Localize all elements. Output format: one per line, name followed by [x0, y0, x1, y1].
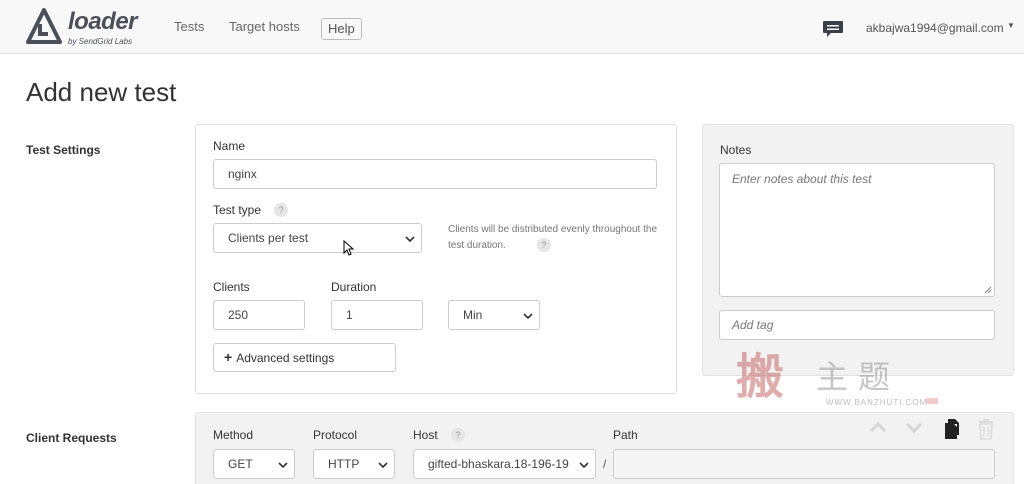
- path-separator: /: [603, 457, 607, 471]
- nav-tests[interactable]: Tests: [174, 19, 204, 34]
- protocol-label: Protocol: [313, 428, 358, 442]
- path-label: Path: [613, 428, 638, 442]
- host-label: Host: [413, 428, 438, 442]
- section-label-test-settings: Test Settings: [26, 143, 101, 157]
- path-input[interactable]: [613, 449, 995, 479]
- nav-target-hosts[interactable]: Target hosts: [229, 19, 300, 34]
- watermark-url: WWW.BANZHUTI.COM: [826, 398, 928, 407]
- mouse-cursor-icon: [343, 240, 355, 256]
- method-label: Method: [213, 428, 254, 442]
- host-value: gifted-bhaskara.18-196-19: [428, 457, 569, 471]
- copy-icon[interactable]: [942, 418, 960, 440]
- notes-label: Notes: [720, 143, 752, 157]
- advanced-settings-button[interactable]: + Advanced settings: [213, 343, 396, 372]
- clients-input[interactable]: 250: [213, 300, 305, 330]
- duration-unit-select[interactable]: Min: [448, 300, 540, 330]
- logo-subtitle: by SendGrid Labs: [68, 37, 133, 46]
- notes-placeholder: Enter notes about this test: [732, 172, 872, 186]
- name-label: Name: [213, 139, 246, 153]
- clients-label: Clients: [213, 280, 250, 294]
- test-type-select[interactable]: Clients per test: [213, 223, 422, 253]
- watermark-seal: 搬: [735, 349, 784, 405]
- duration-unit-value: Min: [463, 308, 483, 322]
- arrow-down-icon[interactable]: [904, 420, 924, 434]
- watermark-logo: 搬 主题 WWW.BANZHUTI.COM: [712, 346, 942, 410]
- test-type-hint: Clients will be distributed evenly throu…: [448, 222, 658, 254]
- chat-icon[interactable]: [822, 20, 844, 38]
- top-navbar: loader by SendGrid Labs Tests Target hos…: [0, 0, 1024, 54]
- test-type-hint-text: Clients will be distributed evenly throu…: [448, 224, 658, 251]
- name-input[interactable]: nginx: [213, 159, 657, 189]
- section-label-client-requests: Client Requests: [26, 431, 117, 445]
- chevron-down-icon: [278, 462, 288, 469]
- duration-label: Duration: [331, 280, 377, 294]
- loader-logo-icon: [26, 8, 62, 44]
- add-tag-placeholder: Add tag: [732, 318, 774, 332]
- plus-icon: +: [224, 349, 233, 365]
- notes-textarea[interactable]: Enter notes about this test: [719, 163, 995, 297]
- chevron-down-icon: [378, 462, 388, 469]
- method-value: GET: [228, 457, 253, 471]
- page-title: Add new test: [26, 77, 177, 107]
- test-type-value: Clients per test: [228, 231, 309, 245]
- chevron-down-icon: [523, 313, 533, 320]
- test-type-label: Test type: [213, 203, 262, 217]
- duration-input[interactable]: 1: [331, 300, 423, 330]
- logo-name: loader: [68, 8, 138, 35]
- caret-down-icon[interactable]: ▼: [1007, 21, 1015, 30]
- chevron-down-icon: [405, 236, 415, 243]
- protocol-value: HTTP: [328, 457, 360, 471]
- resize-handle-icon[interactable]: [984, 286, 992, 294]
- advanced-settings-label: Advanced settings: [236, 351, 335, 365]
- test-type-help-icon[interactable]: ?: [274, 203, 288, 217]
- protocol-select[interactable]: HTTP: [313, 449, 395, 479]
- nav-help-button[interactable]: Help: [321, 18, 362, 40]
- add-tag-input[interactable]: Add tag: [719, 310, 995, 340]
- watermark-text: 主题: [816, 358, 901, 396]
- user-email-menu[interactable]: akbajwa1994@gmail.com: [866, 21, 1004, 35]
- method-select[interactable]: GET: [213, 449, 295, 479]
- host-select[interactable]: gifted-bhaskara.18-196-19: [413, 449, 596, 479]
- watermark-bar: [926, 398, 938, 404]
- host-help-icon[interactable]: ?: [451, 428, 465, 442]
- chevron-down-icon: [579, 462, 589, 469]
- hint-help-icon[interactable]: ?: [537, 238, 551, 252]
- arrow-up-icon[interactable]: [868, 420, 888, 434]
- trash-icon[interactable]: [977, 418, 995, 440]
- app-logo[interactable]: loader by SendGrid Labs: [26, 8, 156, 48]
